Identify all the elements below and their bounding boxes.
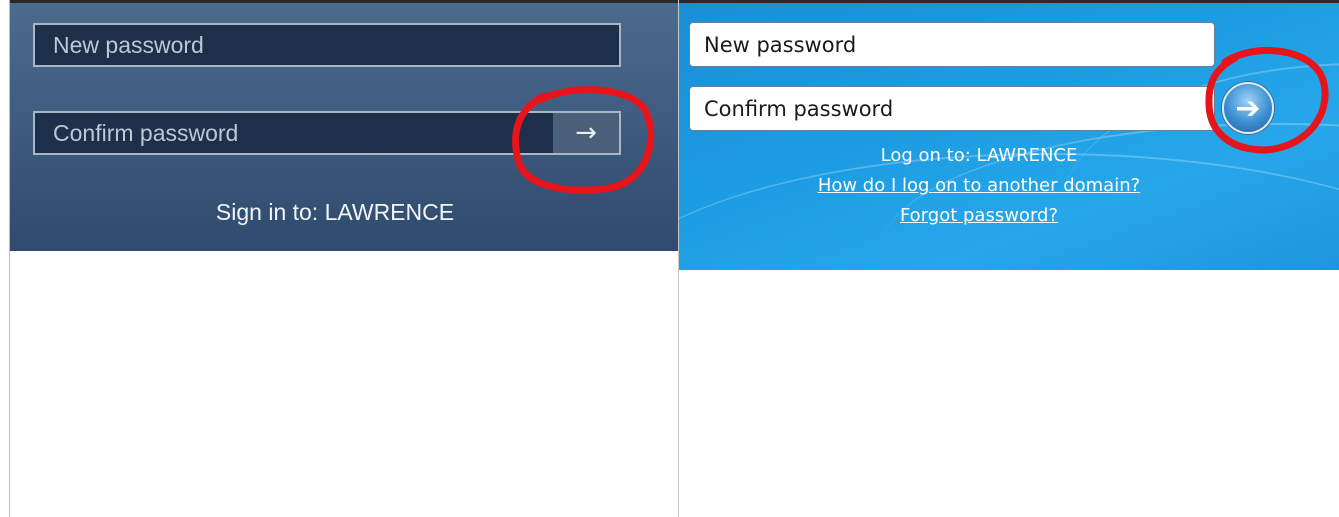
new-password-input[interactable]: [690, 23, 1214, 66]
new-password-input[interactable]: [35, 25, 619, 65]
confirm-password-field[interactable]: →: [33, 111, 621, 155]
other-domain-row: How do I log on to another domain?: [679, 175, 1279, 196]
other-domain-link[interactable]: How do I log on to another domain?: [818, 175, 1140, 196]
confirm-password-input[interactable]: [690, 87, 1214, 130]
confirm-password-field[interactable]: [689, 86, 1215, 131]
forgot-password-link[interactable]: Forgot password?: [900, 205, 1058, 226]
sign-in-label: Sign in to: LAWRENCE: [215, 199, 455, 225]
arrow-right-icon: ➔: [1235, 90, 1261, 126]
arrow-right-icon: →: [575, 118, 597, 148]
submit-arrow-button[interactable]: →: [553, 113, 619, 153]
log-on-label: Log on to: LAWRENCE: [880, 145, 1078, 166]
confirm-password-input[interactable]: [35, 113, 555, 153]
forgot-password-row: Forgot password?: [679, 205, 1279, 226]
win8-password-panel: → Sign in to: LAWRENCE: [10, 3, 678, 251]
submit-arrow-button[interactable]: ➔: [1222, 82, 1274, 134]
win7-password-panel: ➔ Log on to: LAWRENCE How do I log on to…: [679, 3, 1339, 270]
new-password-field[interactable]: [33, 23, 621, 67]
new-password-field[interactable]: [689, 22, 1215, 67]
